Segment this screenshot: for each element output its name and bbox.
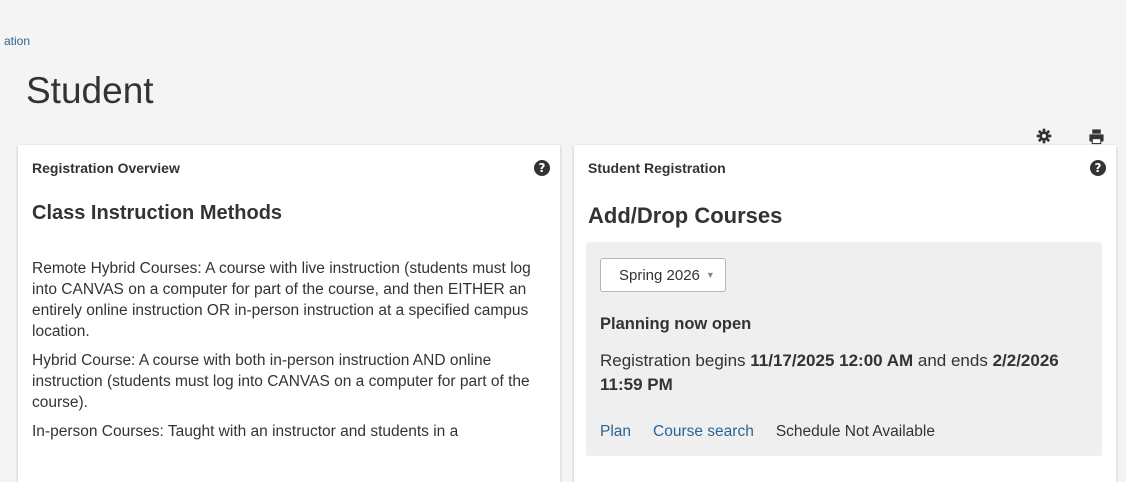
header-actions — [1034, 126, 1106, 146]
term-select-value: Spring 2026 — [619, 266, 700, 284]
paragraph-remote-hybrid: Remote Hybrid Courses: A course with liv… — [32, 260, 531, 340]
card-title: Registration Overview — [32, 160, 180, 176]
plan-link[interactable]: Plan — [600, 423, 631, 441]
breadcrumb-link[interactable]: ation — [4, 34, 30, 48]
course-search-link[interactable]: Course search — [653, 423, 754, 441]
student-registration-card: Student Registration ? Add/Drop Courses … — [574, 145, 1116, 482]
card-header: Registration Overview ? — [18, 145, 560, 189]
instruction-methods-text: Remote Hybrid Courses: A course with liv… — [32, 258, 552, 450]
gear-icon[interactable] — [1034, 126, 1054, 146]
section-heading: Class Instruction Methods — [32, 202, 283, 224]
schedule-status-text: Schedule Not Available — [775, 423, 935, 440]
paragraph-hybrid: Hybrid Course: A course with both in-per… — [32, 352, 530, 411]
help-icon[interactable]: ? — [1090, 160, 1106, 176]
section-heading: Add/Drop Courses — [588, 203, 783, 228]
registration-dates: Registration begins 11/17/2025 12:00 AM … — [600, 351, 1059, 394]
print-icon[interactable] — [1086, 126, 1106, 146]
registration-begin-date: 11/17/2025 12:00 AM — [750, 351, 914, 370]
registration-overview-card: Registration Overview ? Class Instructio… — [18, 145, 560, 482]
caret-down-icon: ▼ — [705, 270, 715, 280]
registration-status: Planning now open — [600, 315, 752, 333]
page-title: Student — [26, 70, 154, 111]
help-icon[interactable]: ? — [534, 160, 550, 176]
registration-links: Plan Course search Schedule Not Availabl… — [600, 423, 935, 441]
paragraph-in-person: In-person Courses: Taught with an instru… — [32, 423, 459, 440]
card-header: Student Registration ? — [574, 145, 1116, 189]
card-title: Student Registration — [588, 160, 726, 176]
term-select[interactable]: Spring 2026 ▼ — [600, 258, 726, 292]
registration-panel: Spring 2026 ▼ Planning now open Registra… — [586, 242, 1102, 456]
